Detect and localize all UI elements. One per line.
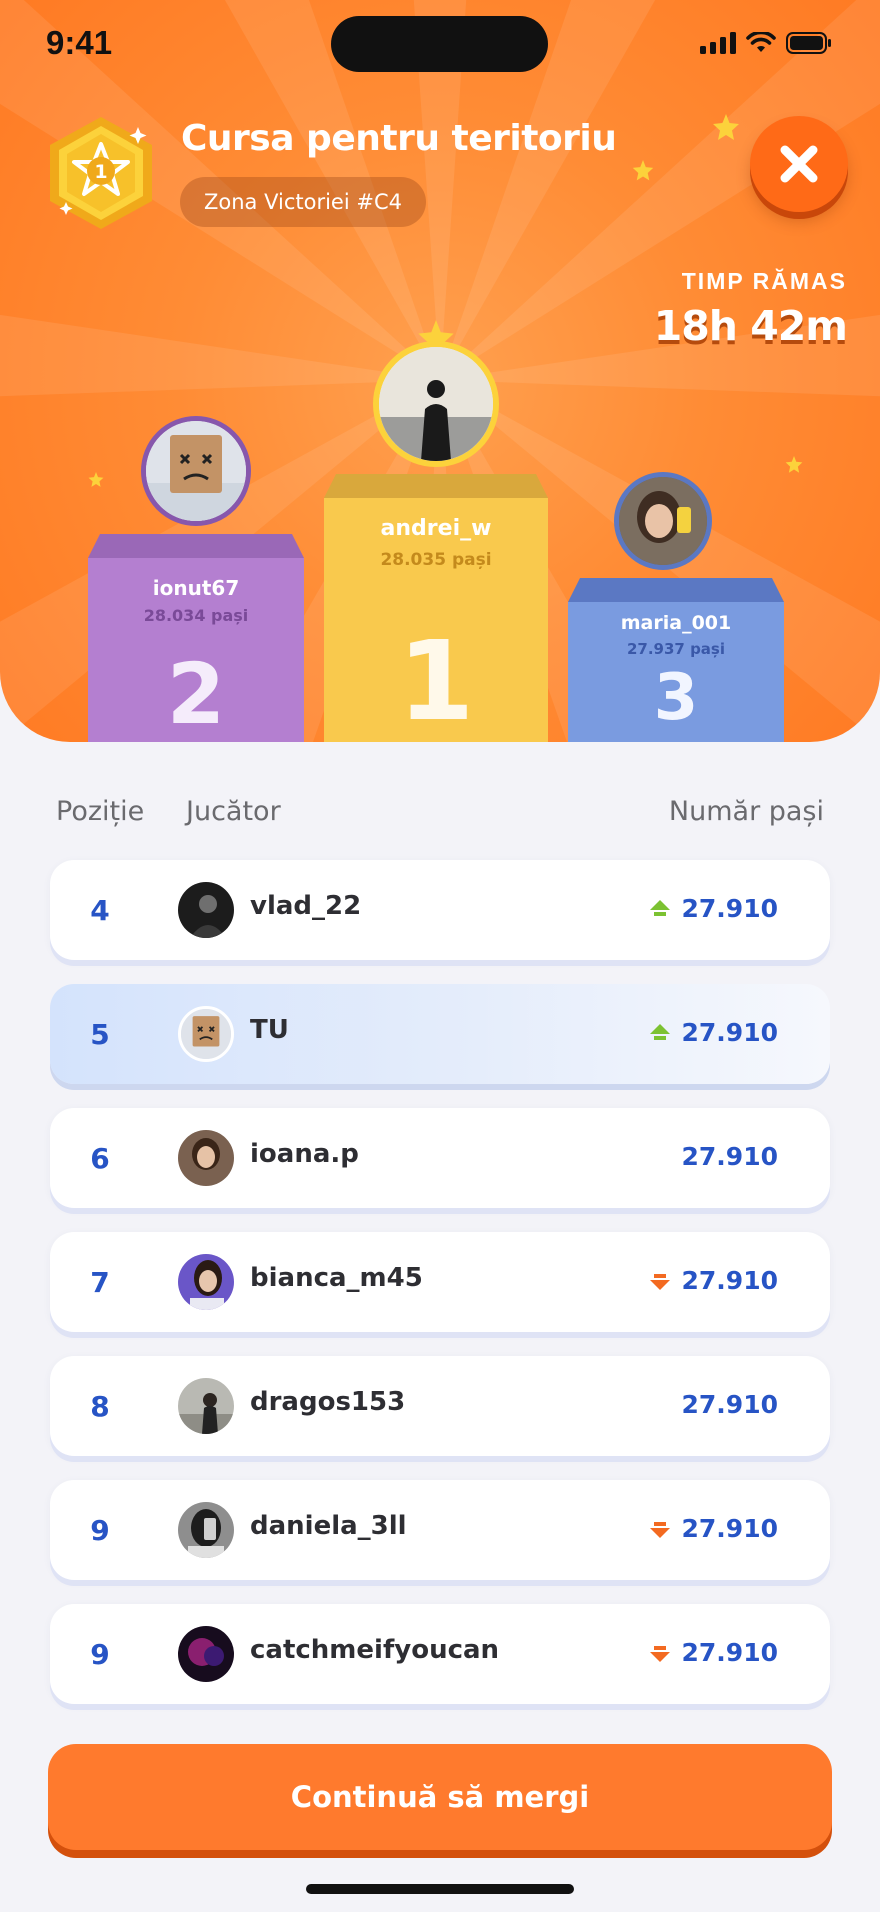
row-steps: 27.910 — [681, 1266, 778, 1295]
star-sparkle-icon — [88, 472, 104, 487]
row-position: 5 — [90, 1018, 110, 1051]
row-player-name: daniela_3ll — [250, 1511, 407, 1541]
row-position: 9 — [90, 1514, 110, 1547]
row-player-name: catchmeifyoucan — [250, 1635, 500, 1665]
avatar — [178, 1378, 234, 1434]
table-row[interactable]: 6 ioana.p 27.910 — [50, 1108, 830, 1208]
table-row[interactable]: 7 bianca_m45 27.910 — [50, 1232, 830, 1332]
podium-steps: 28.035 pași — [380, 550, 492, 570]
avatar[interactable] — [614, 472, 712, 570]
podium-second-place: ionut67 28.034 pași 2 — [88, 534, 304, 742]
signal-icon — [700, 32, 736, 54]
podium-third-place: maria_001 27.937 pași 3 — [568, 578, 784, 742]
column-player: Jucător — [186, 796, 281, 827]
table-row[interactable]: 8 dragos153 27.910 — [50, 1356, 830, 1456]
home-indicator — [306, 1884, 574, 1894]
row-position: 9 — [90, 1638, 110, 1671]
battery-icon — [786, 32, 831, 54]
podium-name: maria_001 — [620, 612, 732, 634]
row-position: 7 — [90, 1266, 110, 1299]
star-sparkle-icon — [632, 160, 654, 181]
row-player-name: vlad_22 — [250, 891, 362, 921]
row-steps: 27.910 — [681, 894, 778, 923]
trend-down-icon — [650, 1646, 670, 1662]
avatar — [178, 1130, 234, 1186]
rank-badge-icon: 1 — [50, 117, 152, 229]
status-icons — [700, 32, 832, 54]
row-player-name: bianca_m45 — [250, 1263, 423, 1293]
leaderboard-hero: 9:41 1 Cursa pentru teritoriu Zona Victo… — [0, 0, 880, 742]
status-bar: 9:41 — [0, 0, 880, 90]
avatar[interactable] — [373, 341, 499, 467]
row-steps: 27.910 — [681, 1142, 778, 1171]
girl-selfie-avatar-icon — [619, 477, 707, 565]
podium-rank-number: 3 — [653, 661, 699, 735]
sunset-silhouette-avatar-icon — [379, 347, 493, 461]
row-steps: 27.910 — [681, 1514, 778, 1543]
table-row[interactable]: 9 catchmeifyoucan 27.910 — [50, 1604, 830, 1704]
page-title: Cursa pentru teritoriu — [181, 118, 617, 159]
avatar[interactable] — [141, 416, 251, 526]
row-position: 4 — [90, 894, 110, 927]
table-row-current-user[interactable]: 5 TU 27.910 — [50, 984, 830, 1084]
star-sparkle-icon — [713, 114, 739, 140]
row-steps: 27.910 — [681, 1018, 778, 1047]
box-head-avatar-icon — [146, 421, 246, 521]
trend-down-icon — [650, 1274, 670, 1290]
continue-walking-button[interactable]: Continuă să mergi — [48, 1744, 832, 1850]
row-steps: 27.910 — [681, 1638, 778, 1667]
close-icon — [780, 145, 818, 183]
status-time: 9:41 — [46, 24, 113, 61]
avatar — [178, 1502, 234, 1558]
close-button[interactable] — [750, 116, 848, 212]
podium-rank-number: 1 — [397, 617, 475, 742]
column-steps: Număr pași — [668, 796, 824, 827]
avatar — [178, 1006, 234, 1062]
podium-steps: 27.937 pași — [626, 640, 726, 658]
table-row[interactable]: 9 daniela_3ll 27.910 — [50, 1480, 830, 1580]
avatar — [178, 1254, 234, 1310]
dynamic-island — [331, 16, 548, 72]
badge-rank-number: 1 — [94, 161, 107, 183]
wifi-icon — [746, 32, 776, 52]
trend-up-icon — [650, 900, 670, 916]
podium-steps: 28.034 pași — [143, 606, 249, 625]
table-header: Poziție Jucător Număr pași — [0, 796, 880, 836]
row-player-name: ioana.p — [250, 1139, 359, 1169]
star-sparkle-icon — [785, 456, 803, 473]
podium-rank-number: 2 — [166, 645, 226, 742]
trend-down-icon — [650, 1522, 670, 1538]
zone-badge: Zona Victoriei #C4 — [180, 177, 426, 227]
avatar — [178, 1626, 234, 1682]
podium-name: ionut67 — [152, 576, 240, 600]
trend-up-icon — [650, 1024, 670, 1040]
row-position: 8 — [90, 1390, 110, 1423]
podium-first-place: andrei_w 28.035 pași 1 — [324, 474, 548, 742]
timer-label: TIMP RĂMAS — [681, 268, 847, 294]
row-position: 6 — [90, 1142, 110, 1175]
avatar — [178, 882, 234, 938]
row-player-name: dragos153 — [250, 1387, 406, 1417]
timer-value: 18h 42m — [653, 302, 848, 350]
column-position: Poziție — [56, 796, 145, 827]
table-row[interactable]: 4 vlad_22 27.910 — [50, 860, 830, 960]
podium-name: andrei_w — [380, 516, 492, 541]
row-steps: 27.910 — [681, 1390, 778, 1419]
row-player-name: TU — [250, 1015, 289, 1045]
